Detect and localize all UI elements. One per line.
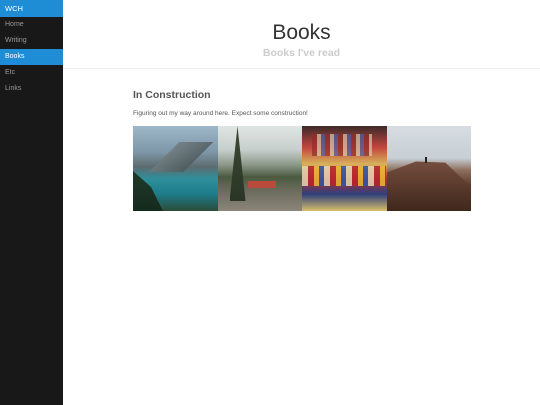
main-content: Books Books I've read In Construction Fi… xyxy=(63,0,540,405)
sidebar: WCH Home Writing Books Etc Links xyxy=(0,0,63,405)
content-section: In Construction Figuring out my way arou… xyxy=(133,88,471,119)
sidebar-item-writing[interactable]: Writing xyxy=(0,33,63,49)
page-header: Books Books I've read xyxy=(63,0,540,69)
brand-link[interactable]: WCH xyxy=(0,0,63,17)
section-text: Figuring out my way around here. Expect … xyxy=(133,110,308,117)
page-title: Books xyxy=(272,21,331,44)
sidebar-item-books[interactable]: Books xyxy=(0,49,63,65)
sidebar-item-home[interactable]: Home xyxy=(0,17,63,33)
mountain-lake-photo xyxy=(133,126,218,211)
section-title: In Construction xyxy=(133,89,211,101)
sidebar-nav: Home Writing Books Etc Links xyxy=(0,17,63,97)
photo-gallery xyxy=(133,126,471,211)
sidebar-item-links[interactable]: Links xyxy=(0,81,63,97)
page-subtitle: Books I've read xyxy=(262,47,341,59)
sidebar-item-etc[interactable]: Etc xyxy=(0,65,63,81)
forest-road-photo xyxy=(217,126,302,211)
market-stall-photo xyxy=(302,126,387,211)
cliff-edge-photo xyxy=(386,126,471,211)
